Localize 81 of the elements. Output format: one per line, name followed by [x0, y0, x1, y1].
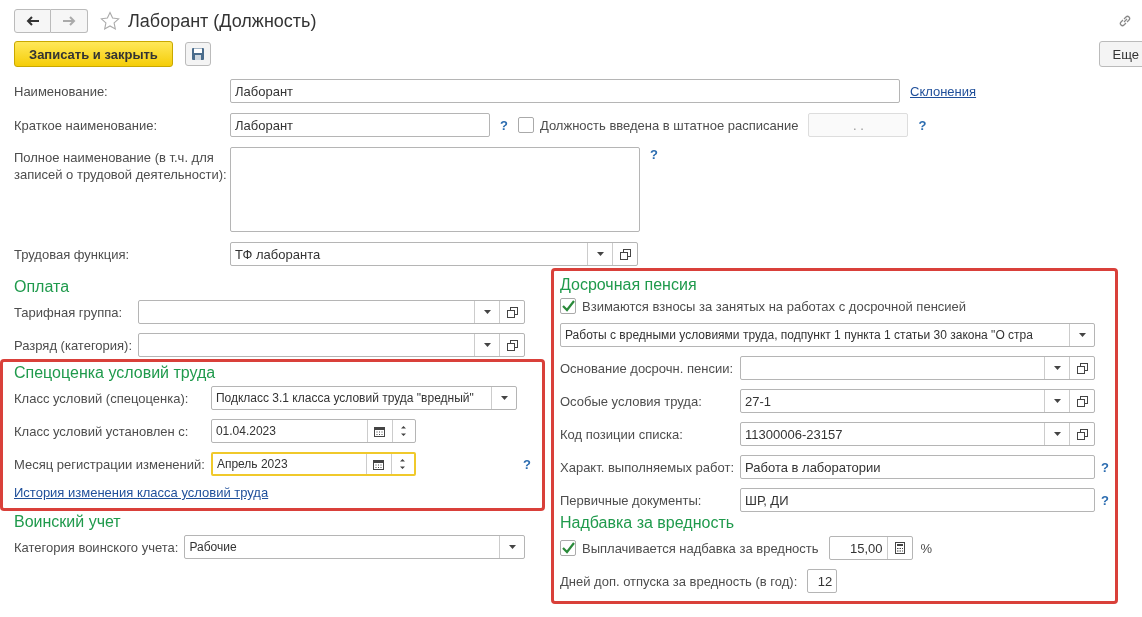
field-label: Дней доп. отпуска за вредность (в год): [560, 573, 798, 589]
checkbox[interactable]: Выплачивается надбавка за вредность [560, 540, 819, 556]
field-label: Тарифная группа: [14, 304, 124, 320]
caret-icon [500, 396, 508, 400]
section-title: Надбавка за вредность [560, 514, 736, 532]
select-field[interactable] [740, 356, 1096, 380]
select-field[interactable]: Работы с вредными условиями труда, подпункт 1 пункта 1 статьи 30 закона "О стра [560, 323, 1096, 347]
input-field[interactable]: ШР, ДИ [740, 488, 1096, 512]
select-field[interactable]: Рабочие [184, 535, 525, 559]
copy-icon [1076, 362, 1088, 374]
window-title: Лаборант (Должность) [128, 10, 317, 32]
field-label: Особые условия труда: [560, 393, 703, 409]
caret-icon [483, 310, 491, 314]
help-link[interactable]: ? [500, 117, 508, 133]
help-link[interactable]: ? [1101, 492, 1109, 508]
help-link[interactable]: ? [918, 117, 927, 133]
field-label: Основание досрочн. пенсии: [560, 360, 734, 376]
field-label: Класс условий установлен с: [14, 423, 190, 439]
percent-sign: % [920, 540, 933, 556]
staff-schedule-checkbox[interactable]: Должность введена в штатное расписание [517, 117, 799, 133]
caret-icon [483, 343, 491, 347]
up-down-arrows-icon [399, 457, 407, 471]
field-label: Первичные документы: [560, 492, 703, 508]
back-button[interactable] [14, 9, 51, 33]
copy-icon [1076, 428, 1088, 440]
section-title: Оплата [14, 278, 71, 296]
input-field[interactable]: Лаборант [230, 79, 900, 103]
field-label: Трудовая функция: [14, 246, 131, 262]
input-field[interactable]: Работа в лаборатории [740, 455, 1096, 479]
calendar-icon [374, 425, 386, 437]
checkbox[interactable]: Взимаются взносы за занятых на работах с досрочной пенсией [560, 298, 1109, 314]
select-field[interactable]: 27-1 [740, 389, 1096, 413]
field-label: Класс условий (спецоценка): [14, 390, 190, 406]
select-field[interactable] [138, 333, 525, 357]
field-label: Месяц регистрации изменений: [14, 456, 205, 472]
more-button[interactable]: Еще [1098, 41, 1142, 67]
help-link[interactable]: ? [523, 456, 531, 472]
field-label: Характ. выполняемых работ: [560, 459, 734, 475]
section-title: Спецоценка условий труда [14, 364, 217, 382]
history-link[interactable]: История изменения класса условий труда [14, 485, 531, 500]
section-title: Досрочная пенсия [560, 276, 698, 294]
save-and-close-button[interactable]: Записать и закрыть [14, 41, 173, 67]
copy-icon [1076, 395, 1088, 407]
checkmark-icon [561, 300, 575, 312]
copy-icon [506, 339, 518, 351]
save-button[interactable] [184, 42, 211, 66]
input-field[interactable]: Лаборант [230, 113, 490, 137]
field-label: Полное наименование (в т.ч. для записей о трудовой деятельности): [14, 149, 228, 183]
copy-icon [619, 248, 631, 260]
caret-icon [596, 252, 604, 256]
number-field[interactable]: 15,00 [828, 536, 913, 560]
link-icon[interactable] [1118, 14, 1132, 28]
copy-icon [506, 306, 518, 318]
field-label: Категория воинского учета: [14, 539, 179, 555]
select-field[interactable]: 11300006-23157 [740, 422, 1096, 446]
caret-icon [1078, 333, 1086, 337]
calendar-icon [373, 458, 385, 470]
date-field[interactable]: Апрель 2023 [210, 452, 416, 476]
field-label: Разряд (категория): [14, 337, 133, 353]
help-link[interactable]: ? [1101, 459, 1109, 475]
caret-icon [1053, 366, 1061, 370]
select-field[interactable]: ТФ лаборанта [230, 242, 638, 266]
forward-arrow-icon [62, 16, 76, 26]
back-arrow-icon [25, 16, 40, 26]
date-field[interactable]: 01.04.2023 [210, 419, 416, 443]
caret-icon [508, 545, 516, 549]
field-label: Наименование: [14, 83, 109, 99]
caret-icon [1053, 432, 1061, 436]
declensions-link[interactable]: Склонения [910, 83, 977, 99]
number-field[interactable]: 12 [807, 569, 838, 593]
select-field[interactable]: Подкласс 3.1 класса условий труда "вредный" [210, 386, 518, 410]
checkmark-icon [561, 542, 575, 554]
section-title: Воинский учет [14, 513, 122, 531]
field-label: Краткое наименование: [14, 117, 159, 133]
field-label: Код позиции списка: [560, 426, 684, 442]
star-icon[interactable] [100, 11, 120, 31]
calculator-icon [894, 542, 905, 554]
help-link[interactable]: ? [650, 147, 658, 162]
select-field[interactable] [138, 300, 525, 324]
caret-icon [1053, 399, 1061, 403]
up-down-arrows-icon [400, 424, 408, 438]
